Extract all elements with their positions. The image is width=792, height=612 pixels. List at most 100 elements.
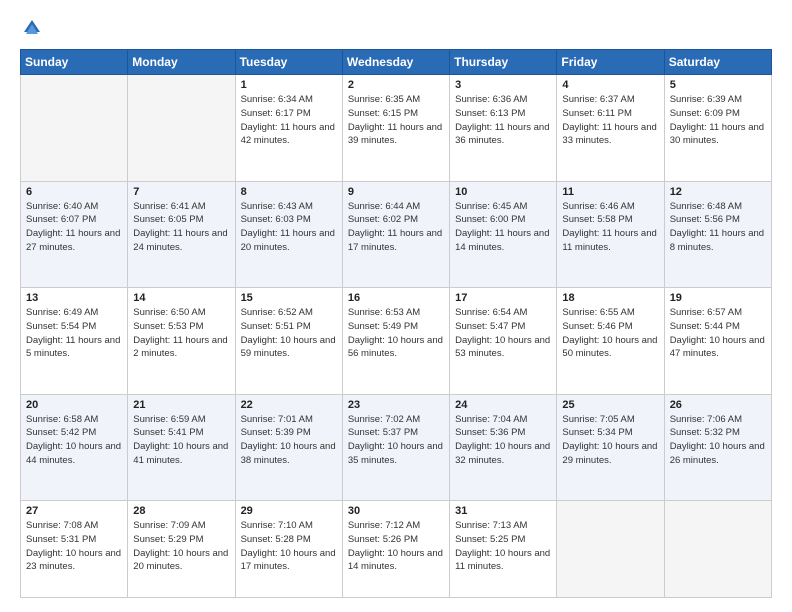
- day-info: Sunrise: 7:12 AM Sunset: 5:26 PM Dayligh…: [348, 519, 444, 574]
- calendar-week-row: 6 Sunrise: 6:40 AM Sunset: 6:07 PM Daylig…: [21, 181, 772, 288]
- day-number: 21: [133, 399, 229, 411]
- logo-icon: [22, 18, 42, 38]
- day-info: Sunrise: 6:34 AM Sunset: 6:17 PM Dayligh…: [241, 93, 337, 148]
- calendar-header-row: SundayMondayTuesdayWednesdayThursdayFrid…: [21, 50, 772, 75]
- calendar-cell: 2 Sunrise: 6:35 AM Sunset: 6:15 PM Daylig…: [342, 75, 449, 182]
- day-number: 10: [455, 186, 551, 198]
- day-info: Sunrise: 6:55 AM Sunset: 5:46 PM Dayligh…: [562, 306, 658, 361]
- calendar-cell: 19 Sunrise: 6:57 AM Sunset: 5:44 PM Dayli…: [664, 288, 771, 395]
- logo: [20, 18, 42, 39]
- calendar-cell: 7 Sunrise: 6:41 AM Sunset: 6:05 PM Daylig…: [128, 181, 235, 288]
- day-number: 1: [241, 79, 337, 91]
- day-number: 17: [455, 292, 551, 304]
- day-info: Sunrise: 6:58 AM Sunset: 5:42 PM Dayligh…: [26, 413, 122, 468]
- calendar-week-row: 20 Sunrise: 6:58 AM Sunset: 5:42 PM Dayli…: [21, 394, 772, 501]
- calendar-week-row: 13 Sunrise: 6:49 AM Sunset: 5:54 PM Dayli…: [21, 288, 772, 395]
- calendar-cell: 9Sunrise: 6:44 AM Sunset: 6:02 PM Daylig…: [342, 181, 449, 288]
- calendar-cell: 17 Sunrise: 6:54 AM Sunset: 5:47 PM Dayli…: [450, 288, 557, 395]
- day-info: Sunrise: 6:45 AM Sunset: 6:00 PM Dayligh…: [455, 200, 551, 255]
- calendar-cell: 6 Sunrise: 6:40 AM Sunset: 6:07 PM Daylig…: [21, 181, 128, 288]
- calendar-week-row: 27 Sunrise: 7:08 AM Sunset: 5:31 PM Dayli…: [21, 501, 772, 598]
- day-number: 29: [241, 505, 337, 517]
- day-info: Sunrise: 7:08 AM Sunset: 5:31 PM Dayligh…: [26, 519, 122, 574]
- day-info: Sunrise: 7:10 AM Sunset: 5:28 PM Dayligh…: [241, 519, 337, 574]
- calendar-cell: 1 Sunrise: 6:34 AM Sunset: 6:17 PM Daylig…: [235, 75, 342, 182]
- day-info: Sunrise: 6:59 AM Sunset: 5:41 PM Dayligh…: [133, 413, 229, 468]
- day-header-saturday: Saturday: [664, 50, 771, 75]
- day-info: Sunrise: 7:09 AM Sunset: 5:29 PM Dayligh…: [133, 519, 229, 574]
- day-info: Sunrise: 6:53 AM Sunset: 5:49 PM Dayligh…: [348, 306, 444, 361]
- calendar-cell: 5Sunrise: 6:39 AM Sunset: 6:09 PM Daylig…: [664, 75, 771, 182]
- calendar-cell: 28 Sunrise: 7:09 AM Sunset: 5:29 PM Dayli…: [128, 501, 235, 598]
- day-info: Sunrise: 7:06 AM Sunset: 5:32 PM Dayligh…: [670, 413, 766, 468]
- day-info: Sunrise: 7:01 AM Sunset: 5:39 PM Dayligh…: [241, 413, 337, 468]
- day-info: Sunrise: 6:37 AM Sunset: 6:11 PM Dayligh…: [562, 93, 658, 148]
- day-number: 7: [133, 186, 229, 198]
- calendar-cell: 27 Sunrise: 7:08 AM Sunset: 5:31 PM Dayli…: [21, 501, 128, 598]
- calendar-cell: [21, 75, 128, 182]
- day-number: 27: [26, 505, 122, 517]
- day-info: Sunrise: 6:41 AM Sunset: 6:05 PM Dayligh…: [133, 200, 229, 255]
- calendar-cell: 3Sunrise: 6:36 AM Sunset: 6:13 PM Daylig…: [450, 75, 557, 182]
- day-number: 6: [26, 186, 122, 198]
- day-header-thursday: Thursday: [450, 50, 557, 75]
- day-number: 18: [562, 292, 658, 304]
- day-number: 24: [455, 399, 551, 411]
- calendar-cell: 25 Sunrise: 7:05 AM Sunset: 5:34 PM Dayli…: [557, 394, 664, 501]
- day-number: 19: [670, 292, 766, 304]
- day-number: 11: [562, 186, 658, 198]
- calendar-cell: [664, 501, 771, 598]
- calendar-cell: 18 Sunrise: 6:55 AM Sunset: 5:46 PM Dayli…: [557, 288, 664, 395]
- day-info: Sunrise: 6:43 AM Sunset: 6:03 PM Dayligh…: [241, 200, 337, 255]
- day-header-wednesday: Wednesday: [342, 50, 449, 75]
- calendar-cell: 22 Sunrise: 7:01 AM Sunset: 5:39 PM Dayli…: [235, 394, 342, 501]
- day-number: 2: [348, 79, 444, 91]
- day-info: Sunrise: 6:50 AM Sunset: 5:53 PM Dayligh…: [133, 306, 229, 361]
- day-info: Sunrise: 6:54 AM Sunset: 5:47 PM Dayligh…: [455, 306, 551, 361]
- day-number: 20: [26, 399, 122, 411]
- calendar-cell: 26 Sunrise: 7:06 AM Sunset: 5:32 PM Dayli…: [664, 394, 771, 501]
- calendar-cell: 12 Sunrise: 6:48 AM Sunset: 5:56 PM Dayli…: [664, 181, 771, 288]
- day-number: 9: [348, 186, 444, 198]
- day-info: Sunrise: 6:48 AM Sunset: 5:56 PM Dayligh…: [670, 200, 766, 255]
- day-number: 5: [670, 79, 766, 91]
- day-number: 22: [241, 399, 337, 411]
- page: SundayMondayTuesdayWednesdayThursdayFrid…: [0, 0, 792, 612]
- day-number: 8: [241, 186, 337, 198]
- day-number: 12: [670, 186, 766, 198]
- calendar-cell: 30Sunrise: 7:12 AM Sunset: 5:26 PM Dayli…: [342, 501, 449, 598]
- day-info: Sunrise: 7:02 AM Sunset: 5:37 PM Dayligh…: [348, 413, 444, 468]
- day-number: 3: [455, 79, 551, 91]
- day-info: Sunrise: 7:05 AM Sunset: 5:34 PM Dayligh…: [562, 413, 658, 468]
- calendar-cell: [557, 501, 664, 598]
- day-header-friday: Friday: [557, 50, 664, 75]
- day-number: 13: [26, 292, 122, 304]
- day-info: Sunrise: 6:52 AM Sunset: 5:51 PM Dayligh…: [241, 306, 337, 361]
- calendar-cell: 15Sunrise: 6:52 AM Sunset: 5:51 PM Dayli…: [235, 288, 342, 395]
- calendar-cell: 23 Sunrise: 7:02 AM Sunset: 5:37 PM Dayli…: [342, 394, 449, 501]
- day-info: Sunrise: 7:13 AM Sunset: 5:25 PM Dayligh…: [455, 519, 551, 574]
- calendar-cell: 14 Sunrise: 6:50 AM Sunset: 5:53 PM Dayli…: [128, 288, 235, 395]
- day-info: Sunrise: 6:49 AM Sunset: 5:54 PM Dayligh…: [26, 306, 122, 361]
- day-info: Sunrise: 6:40 AM Sunset: 6:07 PM Dayligh…: [26, 200, 122, 255]
- day-info: Sunrise: 7:04 AM Sunset: 5:36 PM Dayligh…: [455, 413, 551, 468]
- day-info: Sunrise: 6:57 AM Sunset: 5:44 PM Dayligh…: [670, 306, 766, 361]
- day-header-monday: Monday: [128, 50, 235, 75]
- calendar-cell: 29 Sunrise: 7:10 AM Sunset: 5:28 PM Dayli…: [235, 501, 342, 598]
- day-info: Sunrise: 6:46 AM Sunset: 5:58 PM Dayligh…: [562, 200, 658, 255]
- day-header-sunday: Sunday: [21, 50, 128, 75]
- calendar-cell: 11 Sunrise: 6:46 AM Sunset: 5:58 PM Dayli…: [557, 181, 664, 288]
- day-number: 16: [348, 292, 444, 304]
- calendar: SundayMondayTuesdayWednesdayThursdayFrid…: [20, 49, 772, 598]
- calendar-cell: 31 Sunrise: 7:13 AM Sunset: 5:25 PM Dayli…: [450, 501, 557, 598]
- day-number: 28: [133, 505, 229, 517]
- day-number: 25: [562, 399, 658, 411]
- calendar-cell: 21 Sunrise: 6:59 AM Sunset: 5:41 PM Dayli…: [128, 394, 235, 501]
- day-number: 23: [348, 399, 444, 411]
- day-info: Sunrise: 6:35 AM Sunset: 6:15 PM Dayligh…: [348, 93, 444, 148]
- day-number: 31: [455, 505, 551, 517]
- calendar-cell: [128, 75, 235, 182]
- day-number: 26: [670, 399, 766, 411]
- calendar-cell: 13 Sunrise: 6:49 AM Sunset: 5:54 PM Dayli…: [21, 288, 128, 395]
- day-number: 14: [133, 292, 229, 304]
